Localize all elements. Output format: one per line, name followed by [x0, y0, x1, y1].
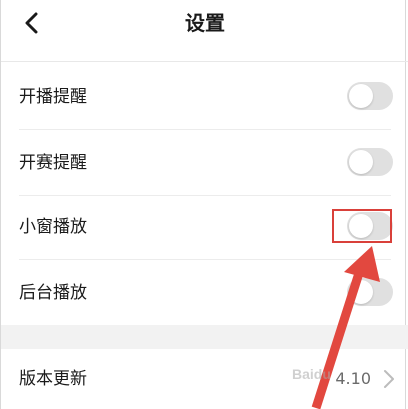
toggle-knob	[349, 150, 373, 174]
setting-label: 版本更新	[19, 369, 87, 389]
setting-label: 后台播放	[19, 283, 87, 303]
highlight-box	[332, 209, 392, 243]
toggle-knob	[349, 280, 373, 304]
version-value: 4.10	[335, 369, 371, 388]
match-reminder-toggle[interactable]	[347, 148, 393, 176]
chevron-right-icon	[384, 370, 394, 388]
setting-label: 开播提醒	[19, 87, 87, 107]
setting-row-match-reminder: 开赛提醒	[1, 130, 408, 196]
page-title: 设置	[185, 11, 225, 35]
background-play-toggle[interactable]	[347, 278, 393, 306]
setting-label: 小窗播放	[19, 217, 87, 237]
section-gap	[1, 325, 408, 349]
header: 设置	[1, 0, 408, 62]
setting-row-live-reminder: 开播提醒	[1, 64, 408, 130]
live-reminder-toggle[interactable]	[347, 82, 393, 110]
app-frame: 设置 开播提醒 开赛提醒 小窗播放 后台播放 版本更新 4.10	[0, 0, 408, 409]
version-update-row[interactable]: 版本更新 4.10	[1, 349, 408, 409]
setting-row-background-play: 后台播放	[1, 260, 408, 326]
setting-label: 开赛提醒	[19, 153, 87, 173]
toggle-knob	[349, 84, 373, 108]
watermark: Baidu	[292, 366, 331, 382]
